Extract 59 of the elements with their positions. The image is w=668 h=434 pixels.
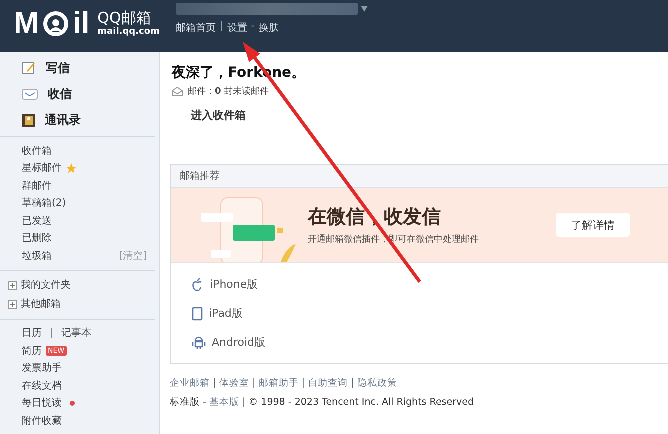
footer-link[interactable]: 邮箱助手: [258, 377, 299, 390]
folder-link[interactable]: 星标邮件: [22, 161, 62, 176]
star-icon: [66, 162, 77, 174]
envelope-icon: [172, 87, 183, 96]
footer-link[interactable]: 自助查询: [308, 377, 348, 390]
calendar-link[interactable]: 日历: [22, 326, 42, 340]
mail-status: 邮件：0 封未读邮件: [188, 86, 270, 98]
basic-edition-link[interactable]: 基本版: [209, 396, 240, 409]
footer-link[interactable]: 体验室: [219, 377, 250, 390]
envelope-icon: [22, 88, 38, 100]
sidebar-action[interactable]: 通讯录: [22, 109, 155, 131]
inbox-link[interactable]: 进入收件箱: [191, 108, 668, 123]
learn-more-button[interactable]: 了解详情: [556, 213, 630, 237]
edition-separator: -: [203, 397, 206, 408]
app-download-link[interactable]: iPhone版: [192, 270, 668, 299]
link-separator: |: [50, 328, 54, 339]
nav-link[interactable]: 设置: [227, 21, 248, 35]
footer-separator: |: [213, 378, 216, 389]
copyright: | © 1998 - 2023 Tencent Inc. All Rights Reserved: [242, 397, 474, 408]
edition-label: 标准版: [170, 396, 200, 409]
tool-link[interactable]: 每日悦读: [22, 396, 62, 410]
footer-link[interactable]: 隐私政策: [358, 377, 398, 390]
footer-separator: |: [252, 378, 256, 389]
tool-link[interactable]: 附件收藏: [22, 414, 62, 428]
folder-group-toggle[interactable]: 其他邮箱: [0, 294, 155, 314]
folder-link[interactable]: 群邮件: [22, 178, 52, 193]
footer-separator: |: [302, 378, 306, 389]
folder-link[interactable]: 已发送: [22, 214, 52, 228]
tool-link[interactable]: 简历: [22, 344, 42, 358]
folder-link[interactable]: 草稿箱(2): [22, 196, 66, 210]
sidebar-action[interactable]: 写信: [22, 57, 155, 79]
nav-link[interactable]: 邮箱首页: [176, 21, 216, 35]
sidebar-action[interactable]: 收信: [22, 83, 155, 105]
tool-link[interactable]: 发票助手: [22, 361, 62, 376]
folder-link[interactable]: 已删除: [22, 231, 52, 246]
folder-link[interactable]: 收件箱: [22, 144, 52, 158]
tool-link[interactable]: 在线文档: [22, 378, 62, 393]
logo-domain: mail.qq.com: [98, 27, 160, 38]
caret-icon[interactable]: [360, 6, 368, 12]
footer-separator: |: [351, 378, 354, 389]
folder-group-toggle[interactable]: 我的文件夹: [0, 276, 155, 294]
logo-letter: M: [14, 8, 39, 40]
apple-icon: [192, 278, 204, 292]
contact-card-icon: [22, 114, 35, 126]
logo-letters: il: [73, 8, 90, 40]
footer-link[interactable]: 企业邮箱: [170, 377, 210, 390]
android-icon: [192, 335, 206, 350]
logo-ring-icon: [43, 11, 69, 37]
app-download-link[interactable]: iPad版: [192, 299, 668, 328]
nav-separator: |: [220, 21, 224, 34]
tablet-icon: [192, 306, 203, 320]
app-download-link[interactable]: Android版: [192, 328, 668, 357]
nav-link[interactable]: 换肤: [258, 21, 279, 35]
card-title: 邮箱推荐: [171, 165, 668, 188]
folder-link[interactable]: 垃圾箱: [22, 248, 52, 263]
logo-name: QQ邮箱: [98, 10, 152, 27]
notepad-pencil-icon: [22, 61, 36, 75]
notes-link[interactable]: 记事本: [61, 326, 92, 340]
nav-separator: -: [251, 21, 255, 34]
